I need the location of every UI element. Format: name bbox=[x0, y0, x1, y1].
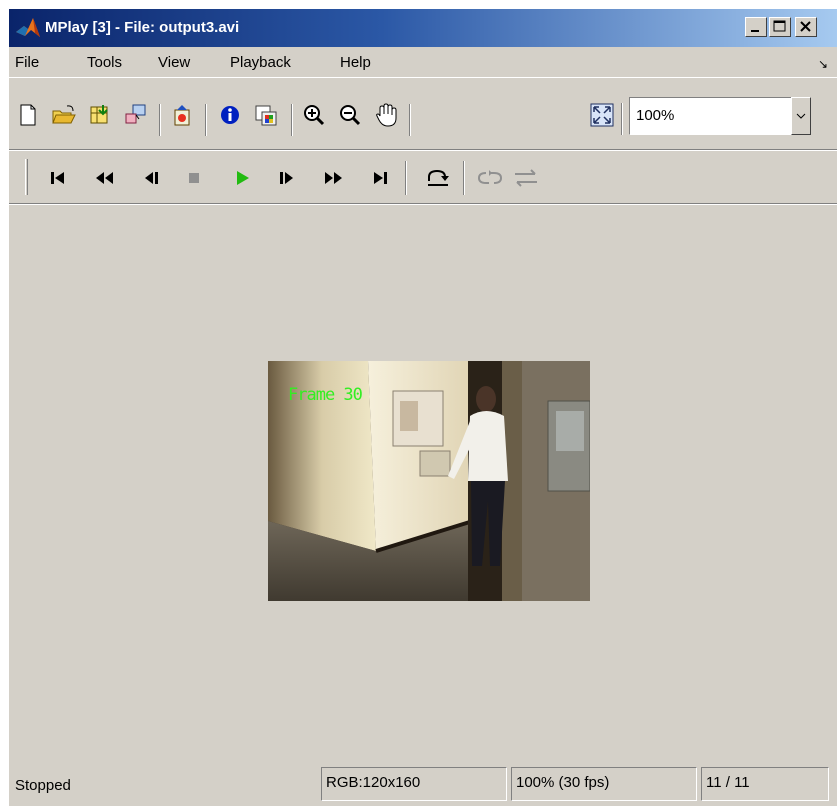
new-button[interactable] bbox=[13, 100, 43, 130]
stop-icon bbox=[189, 173, 199, 183]
close-button[interactable] bbox=[795, 17, 817, 37]
playback-state: Stopped bbox=[15, 777, 71, 794]
step-back-icon bbox=[145, 172, 158, 184]
status-bar: Stopped RGB:120x160 100% (30 fps) 11 / 1… bbox=[9, 761, 837, 807]
play-button[interactable] bbox=[227, 163, 257, 193]
info-icon bbox=[221, 106, 239, 124]
colormap-icon bbox=[255, 105, 277, 126]
fit-to-view-icon bbox=[590, 103, 614, 127]
connect-button[interactable] bbox=[121, 100, 151, 130]
open-button[interactable] bbox=[49, 100, 79, 130]
image-info-field: RGB:120x160 bbox=[321, 767, 507, 801]
zoom-dropdown-button[interactable] bbox=[791, 97, 811, 135]
toolbar-grip bbox=[25, 159, 28, 195]
close-icon bbox=[800, 21, 811, 32]
minimize-icon bbox=[751, 30, 759, 32]
export-icon bbox=[174, 105, 190, 126]
maximize-icon bbox=[773, 20, 786, 32]
toolbar-separator bbox=[621, 103, 623, 135]
autoreverse-button[interactable] bbox=[511, 163, 541, 193]
menu-bar: File Tools View Playback Help ↘ bbox=[9, 47, 837, 77]
toolbar-separator bbox=[405, 161, 407, 195]
zoom-out-icon bbox=[340, 105, 361, 126]
menu-playback[interactable]: Playback bbox=[230, 54, 291, 71]
rewind-button[interactable] bbox=[89, 163, 119, 193]
window-title: MPlay [3] - File: output3.avi bbox=[45, 19, 240, 36]
jump-to-button[interactable] bbox=[423, 163, 453, 193]
mplay-window: MPlay [3] - File: output3.avi File Tools… bbox=[8, 8, 837, 806]
frame-field: 11 / 11 bbox=[701, 767, 829, 801]
fast-forward-button[interactable] bbox=[319, 163, 349, 193]
zoom-out-button[interactable] bbox=[335, 100, 365, 130]
go-to-first-icon bbox=[51, 172, 64, 184]
title-bar[interactable]: MPlay [3] - File: output3.avi bbox=[9, 9, 837, 47]
go-to-first-button[interactable] bbox=[43, 163, 73, 193]
export-button[interactable] bbox=[167, 100, 197, 130]
go-to-last-button[interactable] bbox=[365, 163, 395, 193]
zoom-in-icon bbox=[304, 105, 325, 126]
play-icon bbox=[237, 171, 249, 185]
jump-to-icon bbox=[428, 169, 449, 186]
new-icon bbox=[20, 104, 36, 126]
menu-tools[interactable]: Tools bbox=[87, 54, 122, 71]
connect-icon bbox=[125, 104, 146, 124]
import-icon bbox=[90, 105, 108, 124]
fit-to-view-button[interactable] bbox=[587, 100, 617, 130]
rewind-icon bbox=[96, 172, 113, 184]
playback-toolbar bbox=[9, 151, 837, 203]
toolbar-separator bbox=[291, 104, 293, 136]
toolbar-separator bbox=[159, 104, 161, 136]
menu-help[interactable]: Help bbox=[340, 54, 371, 71]
toolbar-separator bbox=[409, 104, 411, 136]
minimize-button[interactable] bbox=[745, 17, 767, 37]
frame-counter: 11 / 11 bbox=[706, 774, 750, 791]
loop-button[interactable] bbox=[475, 163, 505, 193]
step-back-button[interactable] bbox=[137, 163, 167, 193]
maximize-button[interactable] bbox=[769, 17, 791, 37]
dock-arrow-icon[interactable]: ↘ bbox=[818, 57, 828, 71]
toolbar-separator bbox=[463, 161, 465, 195]
pan-hand-icon bbox=[376, 103, 397, 127]
step-forward-icon bbox=[280, 172, 293, 184]
zoom-in-button[interactable] bbox=[299, 100, 329, 130]
rate-info: 100% (30 fps) bbox=[516, 774, 610, 791]
video-viewport[interactable]: Frame 30 bbox=[9, 205, 837, 755]
pan-button[interactable] bbox=[371, 100, 401, 130]
video-frame: Frame 30 bbox=[268, 361, 590, 601]
go-to-last-icon bbox=[374, 172, 387, 184]
matlab-logo-icon bbox=[16, 18, 40, 37]
toolbar-separator bbox=[205, 104, 207, 136]
info-button[interactable] bbox=[215, 100, 245, 130]
zoom-value: 100% bbox=[636, 107, 675, 124]
zoom-combo[interactable]: 100% bbox=[629, 97, 797, 135]
chevron-down-icon bbox=[796, 113, 806, 119]
fast-forward-icon bbox=[325, 172, 342, 184]
image-info: RGB:120x160 bbox=[326, 774, 421, 791]
rate-field: 100% (30 fps) bbox=[511, 767, 697, 801]
menu-view[interactable]: View bbox=[158, 54, 190, 71]
frame-overlay-text: Frame 30 bbox=[288, 385, 363, 405]
loop-icon bbox=[477, 170, 503, 184]
menu-file[interactable]: File bbox=[15, 54, 39, 71]
colormap-button[interactable] bbox=[251, 100, 281, 130]
autoreverse-icon bbox=[515, 169, 537, 187]
stop-button[interactable] bbox=[179, 163, 209, 193]
open-icon bbox=[52, 105, 76, 124]
step-forward-button[interactable] bbox=[271, 163, 301, 193]
import-button[interactable] bbox=[85, 100, 115, 130]
